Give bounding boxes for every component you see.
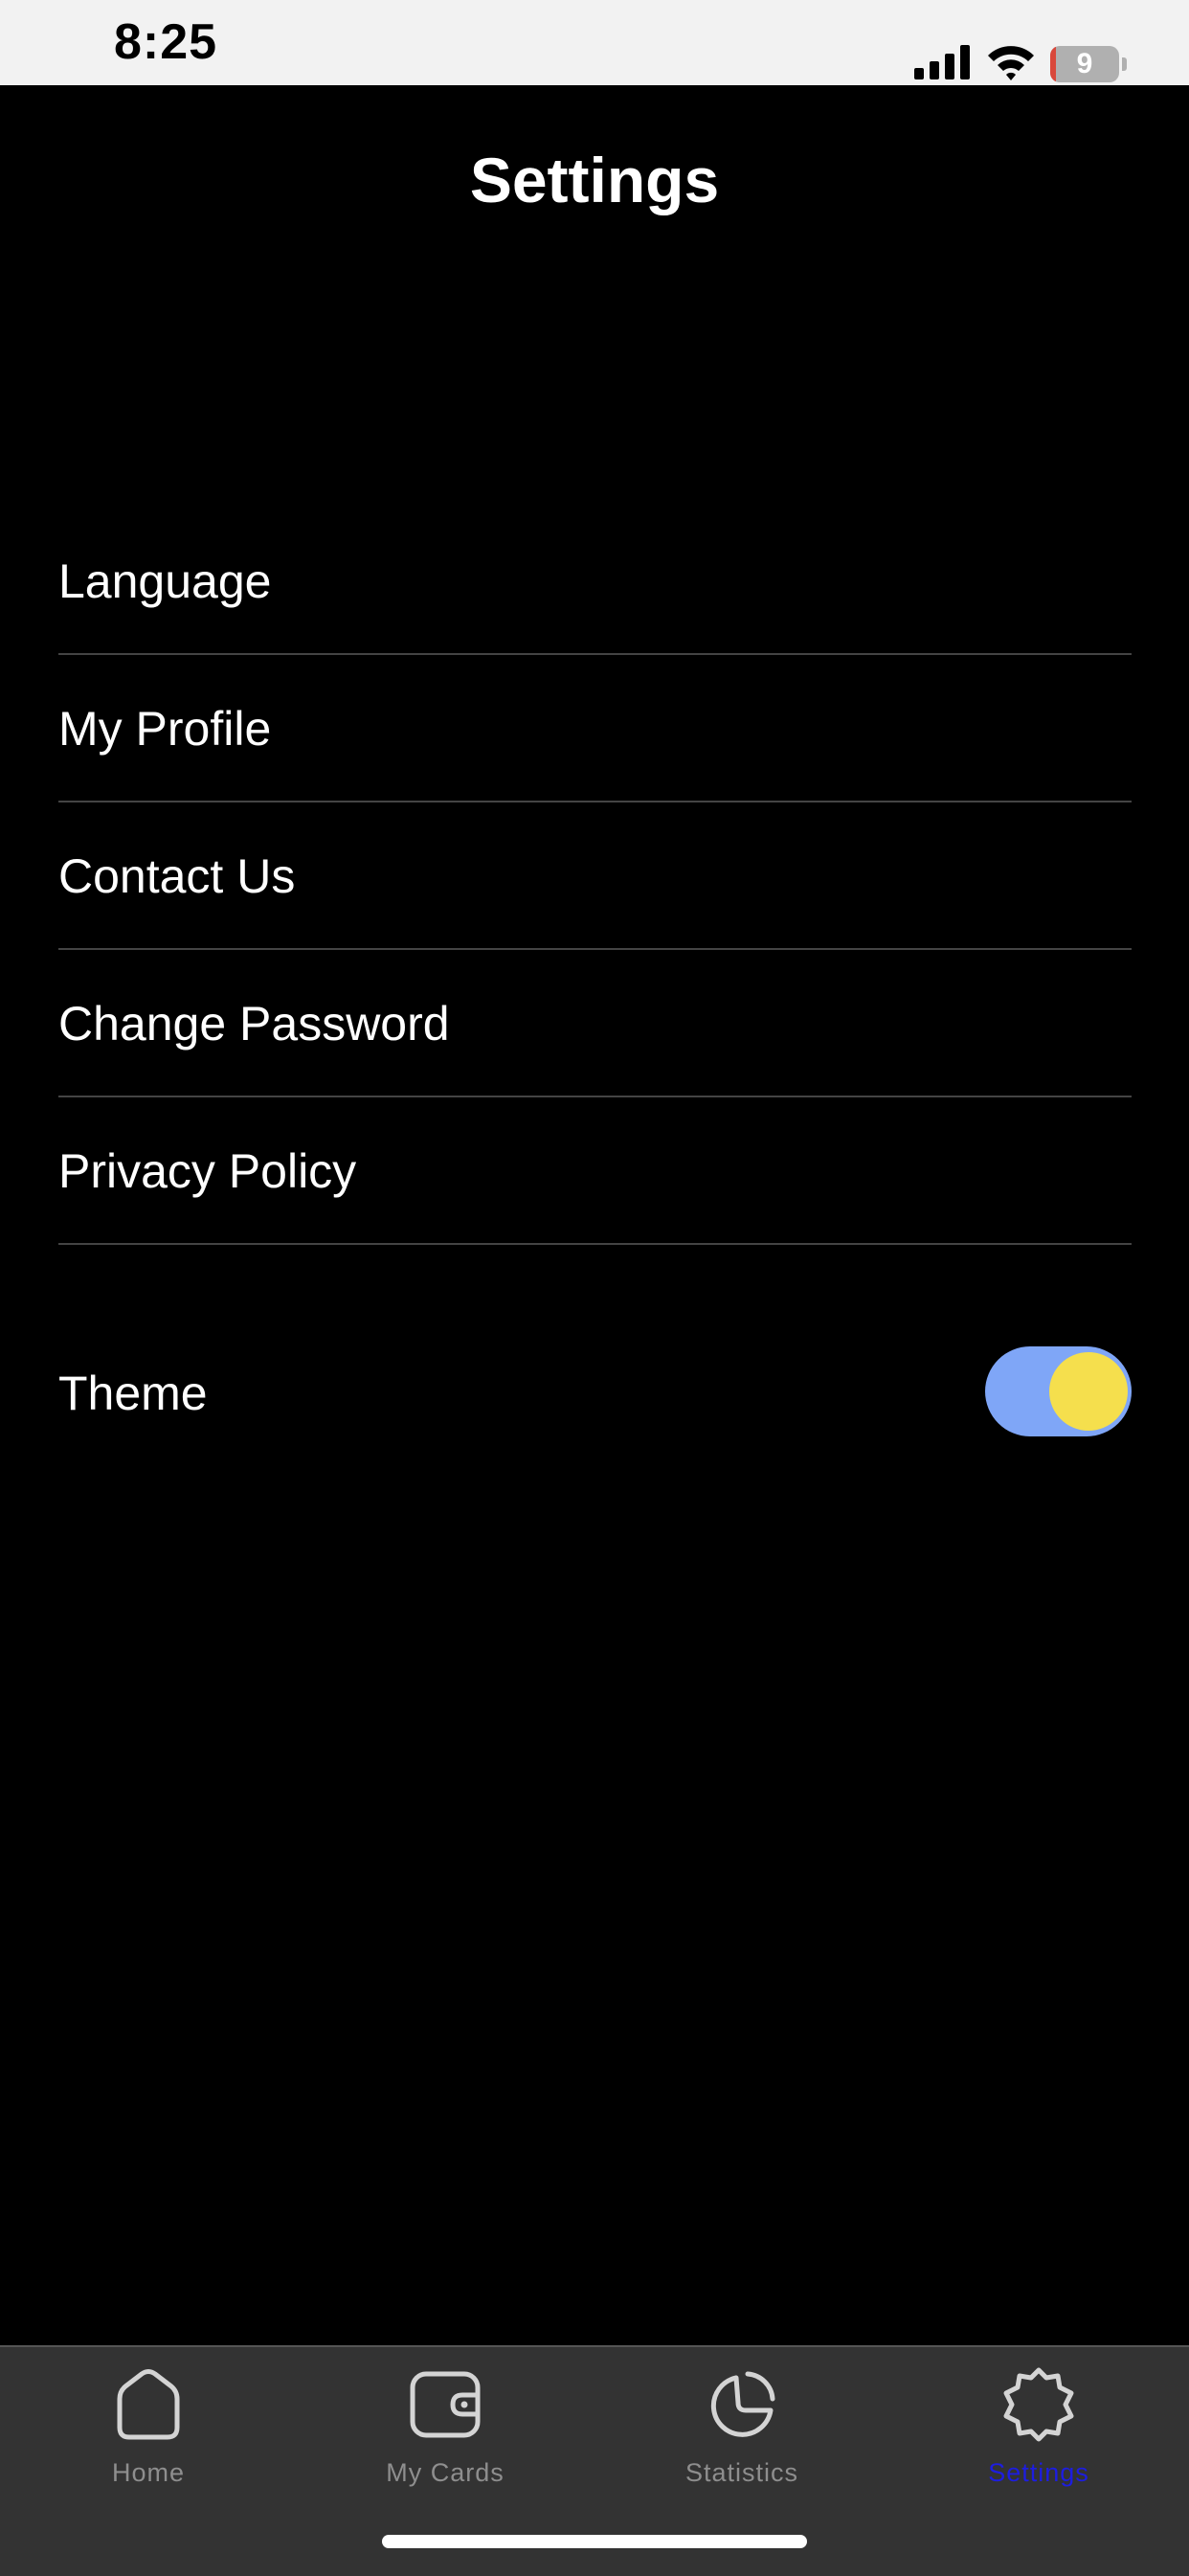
theme-toggle-knob — [1049, 1352, 1128, 1431]
wallet-icon — [410, 2371, 481, 2438]
status-bar: 8:25 9 — [0, 0, 1189, 85]
wifi-icon — [988, 46, 1034, 80]
menu-item-my-profile[interactable]: My Profile — [58, 655, 1132, 802]
status-time: 8:25 — [114, 14, 218, 70]
battery-tip — [1122, 57, 1127, 71]
tab-label: Home — [111, 2458, 186, 2487]
signal-icon — [914, 45, 970, 79]
menu-item-label: Change Password — [58, 997, 450, 1051]
page-title: Settings — [469, 145, 720, 215]
tab-label: Settings — [988, 2458, 1089, 2487]
pie-chart-icon — [710, 2371, 775, 2437]
tab-home[interactable]: Home — [0, 2366, 297, 2510]
tab-my-cards[interactable]: My Cards — [297, 2366, 594, 2510]
menu-item-language[interactable]: Language — [58, 508, 1132, 655]
menu-item-label: Contact Us — [58, 849, 296, 903]
battery-icon: 9 — [1050, 46, 1129, 82]
home-indicator — [382, 2535, 807, 2548]
menu-item-label: My Profile — [58, 702, 272, 756]
menu-item-label: Language — [58, 554, 272, 608]
battery-body: 9 — [1050, 46, 1119, 82]
home-icon — [117, 2369, 180, 2440]
battery-level: 9 — [1076, 48, 1093, 79]
tab-label: My Cards — [386, 2458, 505, 2487]
theme-toggle[interactable] — [985, 1346, 1132, 1436]
tab-label: Statistics — [684, 2458, 799, 2487]
menu-item-label: Privacy Policy — [58, 1144, 357, 1198]
menu-item-contact-us[interactable]: Contact Us — [58, 802, 1132, 950]
menu-item-privacy-policy[interactable]: Privacy Policy — [58, 1097, 1132, 1245]
gear-icon — [1003, 2367, 1074, 2442]
tab-statistics[interactable]: Statistics — [594, 2366, 890, 2510]
theme-row: Theme — [58, 1346, 1132, 1438]
tab-settings[interactable]: Settings — [890, 2366, 1187, 2510]
settings-menu: Language My Profile Contact Us Change Pa… — [58, 508, 1132, 1245]
menu-item-change-password[interactable]: Change Password — [58, 950, 1132, 1097]
theme-label: Theme — [58, 1367, 208, 1420]
